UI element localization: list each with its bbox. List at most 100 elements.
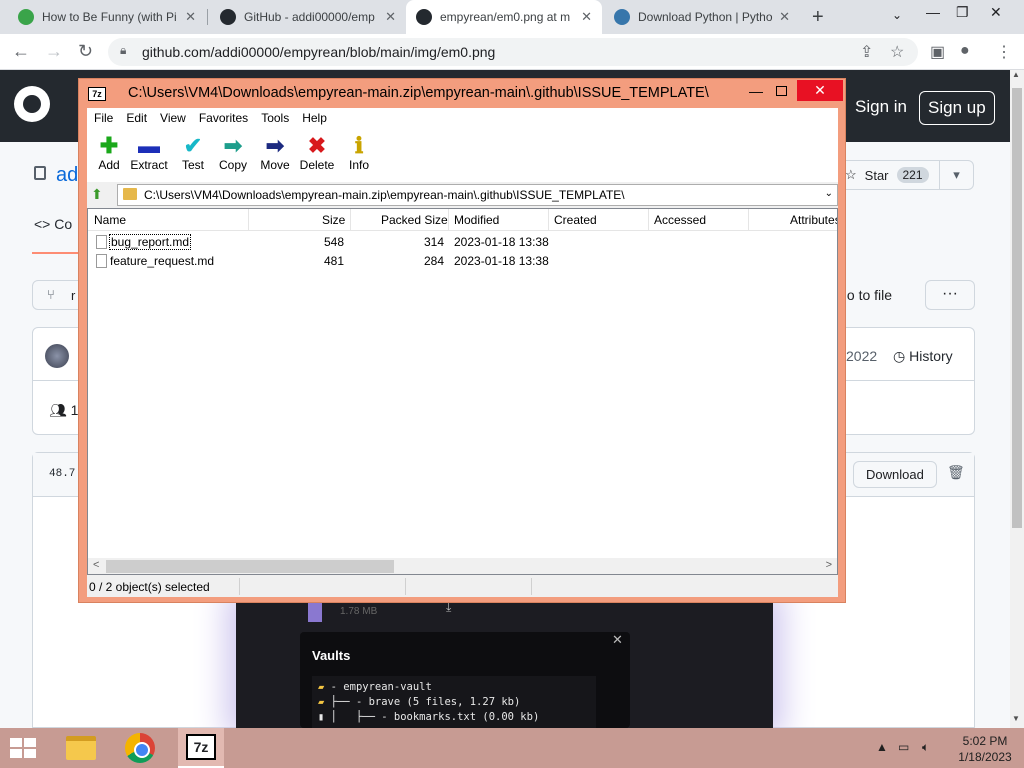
column-created[interactable]: Created [554, 213, 597, 227]
go-to-file-button[interactable]: Go to file [836, 280, 916, 310]
column-size[interactable]: Size [322, 213, 345, 227]
tab-search-chevron-icon[interactable]: ⌄ [892, 8, 902, 22]
tray-expand-icon[interactable]: ▲ [876, 740, 888, 754]
path-combobox[interactable]: C:\Users\VM4\Downloads\empyrean-main.zip… [117, 184, 838, 206]
column-attributes[interactable]: Attributes [790, 213, 837, 227]
history-link[interactable]: ◷ History [893, 348, 953, 365]
tab-title: GitHub - addi00000/emp [244, 10, 375, 24]
more-options-icon[interactable]: ··· [925, 280, 975, 310]
scrollbar-thumb[interactable] [106, 560, 394, 573]
restore-icon[interactable]: ❐ [956, 4, 969, 21]
close-window-icon[interactable]: ✕ [990, 4, 1002, 21]
column-accessed[interactable]: Accessed [654, 213, 706, 227]
menu-view[interactable]: View [153, 108, 192, 130]
scroll-right-icon[interactable]: > [826, 559, 832, 571]
star-label: Star [864, 167, 889, 183]
address-bar[interactable]: 🔒︎ github.com/addi00000/empyrean/blob/ma… [108, 38, 918, 66]
menu-help[interactable]: Help [295, 108, 333, 130]
taskbar-clock[interactable]: 5:02 PM 1/18/2023 [952, 733, 1018, 765]
page-scrollbar[interactable]: ▲ ▼ [1010, 70, 1024, 728]
volume-icon[interactable]: 🔈︎ [922, 740, 929, 755]
file-size: 548 [324, 235, 345, 249]
file-packed-size: 314 [424, 235, 445, 249]
preview-file-size: 1.78 MB [340, 606, 378, 617]
menu-tools[interactable]: Tools [254, 108, 295, 130]
close-tab-icon[interactable]: ✕ [385, 9, 396, 25]
column-modified[interactable]: Modified [454, 213, 499, 227]
back-arrow-icon[interactable]: ← [12, 41, 30, 62]
folder-icon [123, 188, 137, 200]
vault-tree: ▰ - empyrean-vault ▰ ├── - brave (5 file… [312, 676, 596, 728]
people-icon: 👥︎ [49, 402, 71, 418]
browser-tab-4[interactable]: Download Python | Pytho ✕ [604, 0, 800, 34]
new-tab-icon[interactable]: + [812, 6, 824, 29]
taskbar-file-explorer[interactable] [58, 728, 104, 768]
menu-file[interactable]: File [87, 108, 119, 130]
chevron-down-icon[interactable]: ⌄ [825, 188, 833, 199]
scroll-up-icon[interactable]: ▲ [1012, 70, 1020, 79]
repo-icon [34, 166, 46, 180]
scrollbar-thumb[interactable] [1012, 88, 1022, 528]
minimize-icon[interactable]: — [749, 83, 763, 99]
folder-icon: ▰ [318, 681, 331, 693]
column-name[interactable]: Name [94, 213, 126, 227]
sign-up-button[interactable]: Sign up [919, 91, 995, 125]
side-panel-icon[interactable]: ▣ [930, 42, 945, 62]
bookmark-star-icon[interactable]: ☆ [890, 42, 904, 62]
browser-tab-3-active[interactable]: empyrean/em0.png at m ✕ [406, 0, 602, 34]
vaults-panel: Vaults ✕ ▰ - empyrean-vault ▰ ├── - brav… [300, 632, 630, 728]
star-button[interactable]: ☆ Star 221 ▾ [836, 160, 974, 190]
url-text: github.com/addi00000/empyrean/blob/main/… [142, 44, 496, 60]
browser-tab-2[interactable]: GitHub - addi00000/emp ✕ [210, 0, 406, 34]
windows-start-icon[interactable] [10, 738, 38, 760]
download-button[interactable]: Download [853, 461, 937, 488]
chrome-icon [125, 733, 155, 763]
table-row[interactable]: feature_request.md 481 284 2023-01-18 13… [88, 252, 837, 271]
toolbar-button-label: Move [260, 158, 290, 172]
reload-icon[interactable]: ↻ [78, 41, 93, 62]
menu-edit[interactable]: Edit [119, 108, 153, 130]
maximize-icon[interactable] [776, 86, 787, 96]
sevenzip-client: File Edit View Favorites Tools Help ✚ Add… [87, 108, 838, 597]
star-count: 221 [896, 167, 929, 183]
star-dropdown-chevron-icon[interactable]: ▾ [939, 161, 973, 189]
github-logo-icon[interactable] [14, 86, 50, 122]
toolbar-extract-button[interactable]: ▬ Extract [127, 134, 171, 173]
horizontal-scrollbar[interactable]: < > [88, 558, 837, 574]
toolbar-move-button[interactable]: ➡ Move [253, 134, 297, 173]
scroll-left-icon[interactable]: < [93, 559, 99, 571]
contributors-count[interactable]: 👥︎ 1 [49, 402, 78, 419]
profile-avatar-icon[interactable]: ● [960, 42, 970, 60]
close-window-icon[interactable]: ✕ [797, 80, 843, 101]
share-icon[interactable]: ⇪ [860, 42, 873, 62]
column-packed-size[interactable]: Packed Size [381, 213, 448, 227]
minimize-icon[interactable]: — [926, 4, 940, 20]
tab-code[interactable]: <> Co [34, 216, 72, 232]
close-tab-icon[interactable]: ✕ [581, 9, 592, 25]
menu-kebab-icon[interactable]: ⋮ [996, 42, 1012, 62]
sign-in-link[interactable]: Sign in [855, 97, 907, 117]
taskbar-chrome[interactable] [117, 728, 163, 768]
toolbar-copy-button[interactable]: ➡ Copy [211, 134, 255, 173]
repo-owner-link[interactable]: ad [56, 164, 78, 187]
taskbar-7zip[interactable]: 7z [178, 728, 224, 768]
toolbar-add-button[interactable]: ✚ Add [87, 134, 131, 173]
toolbar-info-button[interactable]: ℹ Info [337, 134, 381, 173]
browser-tab-1[interactable]: How to Be Funny (with Pi ✕ [8, 0, 206, 34]
forward-arrow-icon[interactable]: → [45, 41, 63, 62]
toolbar-delete-button[interactable]: ✖ Delete [295, 134, 339, 173]
file-list[interactable]: Name Size Packed Size Modified Created A… [87, 208, 838, 575]
avatar[interactable] [45, 344, 69, 368]
toolbar-test-button[interactable]: ✔ Test [171, 134, 215, 173]
file-name: feature_request.md [110, 254, 215, 268]
menu-favorites[interactable]: Favorites [192, 108, 254, 130]
wikihow-favicon-icon [18, 9, 34, 25]
up-folder-icon[interactable]: ⬆︎ [91, 186, 103, 203]
close-tab-icon[interactable]: ✕ [185, 9, 196, 25]
scroll-down-icon[interactable]: ▼ [1012, 714, 1020, 723]
close-tab-icon[interactable]: ✕ [779, 9, 790, 25]
table-row[interactable]: bug_report.md 548 314 2023-01-18 13:38 [88, 233, 837, 252]
network-icon[interactable]: ▭ [898, 740, 909, 754]
trash-icon[interactable]: 🗑︎ [947, 464, 965, 481]
sevenzip-app-icon[interactable]: 7z [88, 87, 106, 101]
